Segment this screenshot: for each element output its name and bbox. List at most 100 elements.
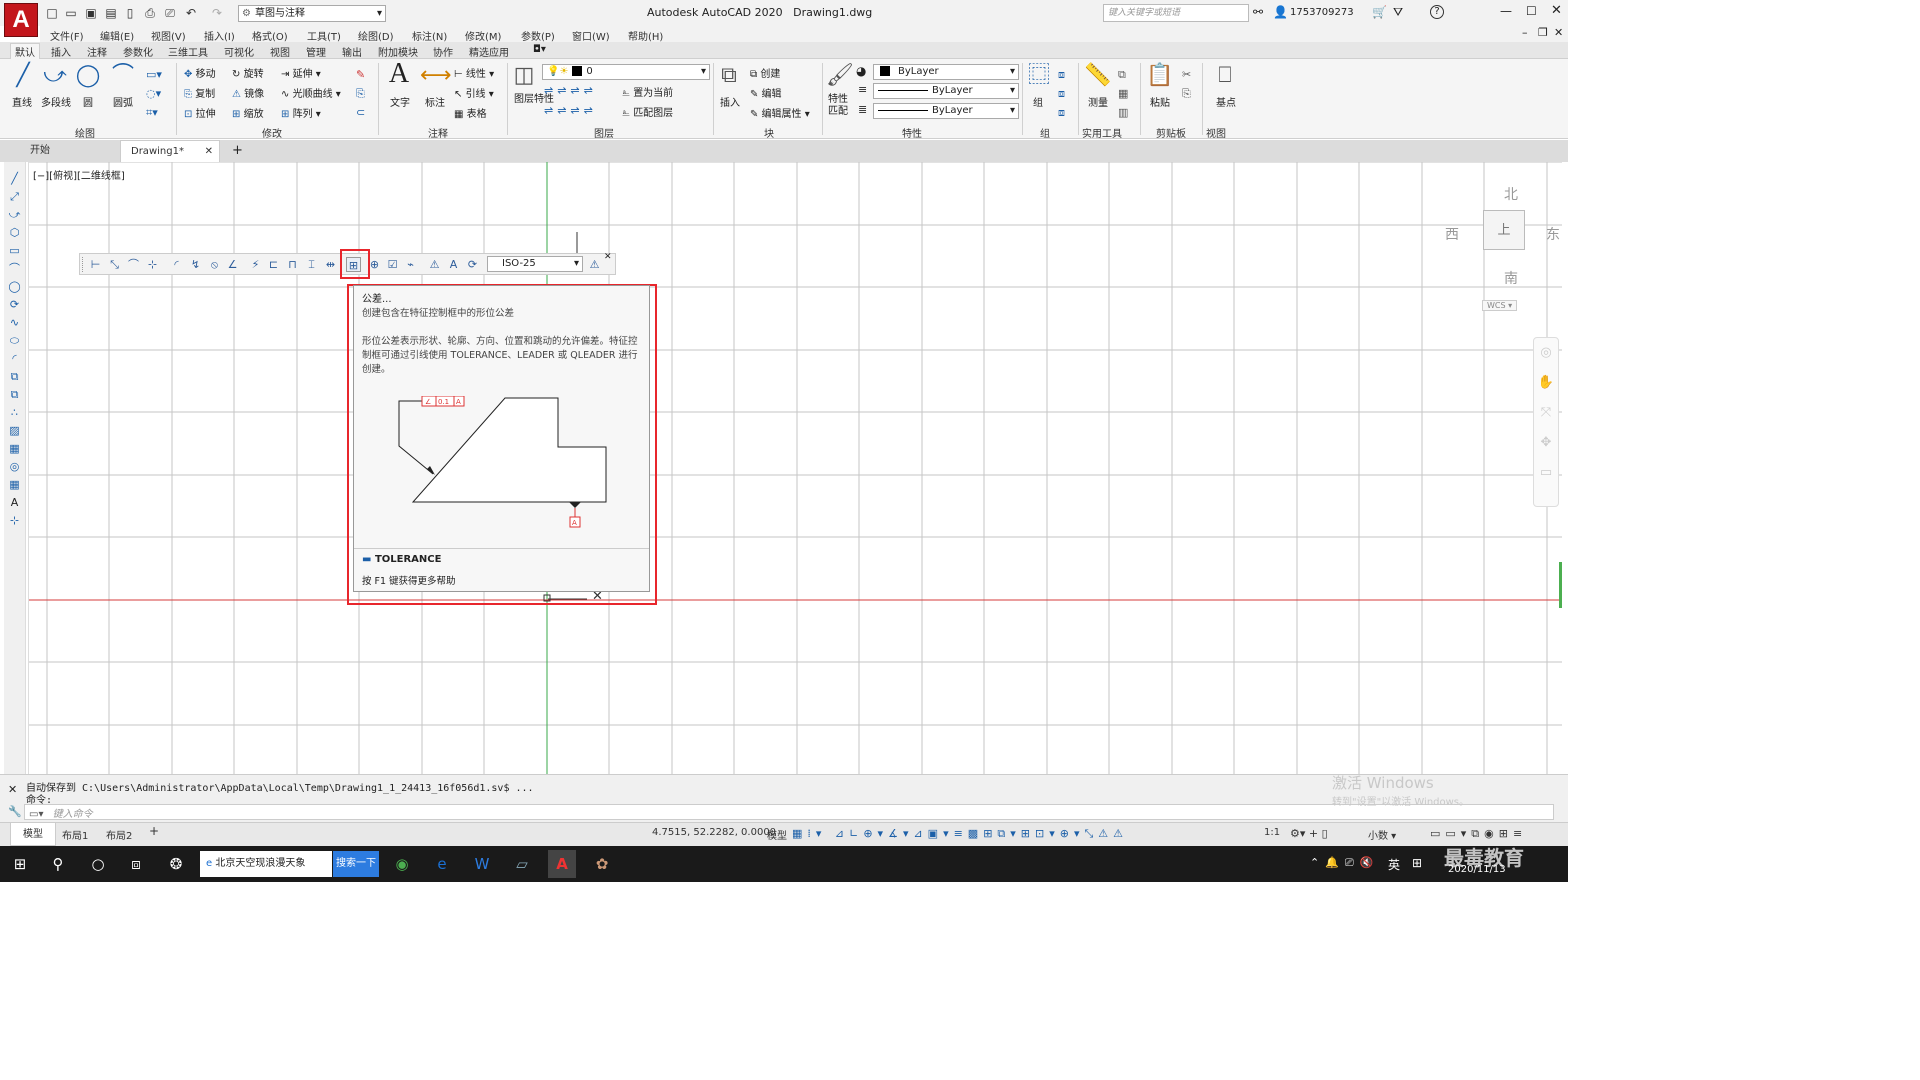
tab-parametric[interactable]: 参数化	[123, 44, 153, 59]
tab-view[interactable]: 视图	[270, 44, 290, 59]
toolbar-close-icon[interactable]: ✕	[604, 252, 612, 262]
status-toggle-icons[interactable]: ▦⁞▾ ⊿∟⊕▾∡▾⊿▣▾≡▩⊞⧉▾⊞⊡▾⊕▾⤡⚠⚠	[792, 827, 1128, 841]
paste-icon[interactable]: 📋	[1146, 63, 1173, 89]
toolbar-grip[interactable]	[82, 257, 84, 272]
modify-extra-icons[interactable]: ✎ ⎘ ⊂	[356, 65, 365, 122]
tool-copy[interactable]: ⎘ 复制	[184, 85, 215, 100]
tool-leader[interactable]: ↖ 引线 ▾	[454, 85, 494, 100]
dim-update-icon[interactable]: ⟳	[465, 257, 480, 272]
workspace-dropdown[interactable]: ⚙ 草图与注释 ▾	[238, 5, 386, 22]
tool-table[interactable]: ▦ 表格	[454, 105, 487, 120]
tab-visualize[interactable]: 可视化	[224, 44, 254, 59]
tool-extend[interactable]: ⇥ 延伸 ▾	[281, 65, 321, 80]
save-icon[interactable]: ▣	[83, 5, 99, 21]
linetype-dropdown[interactable]: ByLayer ▾	[873, 83, 1019, 99]
tool-base-view[interactable]: 基点	[1216, 94, 1236, 109]
dimension-icon[interactable]: ⟷	[420, 63, 452, 89]
doc-close-icon[interactable]: ✕	[1554, 26, 1563, 39]
layer-tool-icons-2[interactable]: ⇌⇌⇌⇌	[544, 104, 597, 117]
lineweight-dropdown[interactable]: ByLayer ▾	[873, 103, 1019, 119]
wcs-menu[interactable]: WCS ▾	[1482, 300, 1518, 311]
close-icon[interactable]: ✕	[1551, 3, 1562, 18]
tool-linear[interactable]: ⊢ 线性 ▾	[454, 65, 494, 80]
tab-annotate[interactable]: 注释	[87, 44, 107, 59]
panel-layers-label[interactable]: 图层	[594, 125, 614, 140]
tray-icons[interactable]: ⌃🔔⎚🔇	[1310, 856, 1379, 870]
viewcube-top[interactable]: 上	[1483, 210, 1525, 250]
add-layout-icon[interactable]: +	[149, 824, 159, 838]
panel-clipboard-label[interactable]: 剪贴板	[1156, 125, 1186, 140]
tool-insert-block[interactable]: 插入	[720, 94, 740, 109]
undo-icon[interactable]: ↶	[183, 5, 199, 21]
doc-minimize-icon[interactable]: –	[1522, 26, 1528, 39]
model-space-toggle[interactable]: 模型	[767, 827, 787, 842]
ribbon-toggle-icon[interactable]: ◘▾	[533, 44, 546, 55]
tool-text[interactable]: 文字	[390, 94, 410, 109]
circle-icon[interactable]: ◯	[75, 63, 101, 89]
navigation-bar[interactable]: ◎ ✋ ⤧ ✥ ▭	[1533, 337, 1559, 507]
menu-insert[interactable]: 插入(I)	[204, 28, 235, 43]
connect-icon[interactable]: ⛛	[1393, 5, 1403, 20]
panel-block-label[interactable]: 块	[764, 125, 774, 140]
layer-tool-icons[interactable]: ⇌⇌⇌⇌	[544, 84, 597, 97]
line-icon[interactable]: ╱	[10, 63, 36, 89]
menu-help[interactable]: 帮助(H)	[628, 28, 663, 43]
panel-modify-label[interactable]: 修改	[262, 125, 282, 140]
menu-edit[interactable]: 编辑(E)	[100, 28, 134, 43]
panel-draw-label[interactable]: 绘图	[75, 125, 95, 140]
menu-modify[interactable]: 修改(M)	[465, 28, 501, 43]
measure-icon[interactable]: 📏	[1084, 63, 1111, 89]
command-close-icon[interactable]: ✕	[8, 783, 17, 796]
panel-view-label[interactable]: 视图	[1206, 125, 1226, 140]
ordinate-icon[interactable]: ⊹	[145, 257, 160, 272]
viewport-label[interactable]: [−][俯视][二维线框]	[33, 167, 125, 182]
tab-layout1[interactable]: 布局1	[62, 827, 88, 842]
vertical-draw-icons[interactable]: ╱ ⤢ ⤻ ⬡ ▭ ⌒ ◯ ⟳ ∿ ⬭ ◜ ⧉ ⧉ ∴ ▨ ▦ ◎ ▦ A ⊹	[4, 162, 25, 530]
tab-drawing1[interactable]: Drawing1* ✕	[120, 140, 220, 162]
color-dropdown[interactable]: ByLayer ▾	[873, 64, 1019, 80]
browser-search-box[interactable]: e 北京天空现浪漫天象	[200, 851, 332, 877]
tool-arc[interactable]: 圆弧	[113, 94, 133, 109]
arc-length-icon[interactable]: ⌒	[126, 257, 141, 272]
clipboard-small-icons[interactable]: ✂ ⎘	[1182, 65, 1191, 103]
match-properties-icon[interactable]: 🖌	[826, 63, 854, 89]
share-icon[interactable]: ⎙	[142, 5, 158, 21]
utility-small-icons[interactable]: ⧉ ▦ ▥	[1118, 65, 1128, 122]
menu-format[interactable]: 格式(O)	[252, 28, 288, 43]
menu-dimension[interactable]: 标注(N)	[412, 28, 447, 43]
doc-restore-icon[interactable]: ❐	[1538, 26, 1548, 39]
compass-west[interactable]: 西	[1445, 224, 1459, 244]
user-icon[interactable]: 👤	[1273, 5, 1288, 19]
binoculars-icon[interactable]: ⚯	[1253, 5, 1263, 19]
quick-dim-icon[interactable]: ⚡	[248, 257, 263, 272]
word-icon[interactable]: W	[468, 850, 496, 878]
tool-blend[interactable]: ∿ 光顺曲线 ▾	[281, 85, 341, 100]
menu-window[interactable]: 窗口(W)	[572, 28, 610, 43]
tool-stretch[interactable]: ⊡ 拉伸	[184, 105, 216, 120]
notepad-icon[interactable]: ▱	[508, 850, 536, 878]
scroll-indicator[interactable]	[1559, 562, 1562, 608]
jogged-linear-icon[interactable]: ⌁	[403, 257, 418, 272]
tool-dimension[interactable]: 标注	[425, 94, 445, 109]
command-input[interactable]: ▭▾ 键入命令	[24, 804, 1554, 820]
open-icon[interactable]: ▭	[63, 5, 79, 21]
tool-array[interactable]: ⊞ 阵列 ▾	[281, 105, 321, 120]
tool-edit-attributes[interactable]: ✎ 编辑属性 ▾	[750, 105, 810, 120]
layer-properties-icon[interactable]: ◫	[511, 63, 537, 89]
tool-line[interactable]: 直线	[12, 94, 32, 109]
tab-output[interactable]: 输出	[342, 44, 362, 59]
break-icon[interactable]: ⇹	[323, 257, 338, 272]
compass-east[interactable]: 东	[1546, 224, 1560, 244]
tool-paste[interactable]: 粘贴	[1150, 94, 1170, 109]
ime-icon[interactable]: ⊞	[1412, 856, 1422, 870]
wrench-icon[interactable]: 🔧	[8, 805, 22, 818]
group-icon[interactable]: ⿴	[1026, 63, 1052, 89]
menu-view[interactable]: 视图(V)	[151, 28, 186, 43]
tool-scale[interactable]: ⊞ 缩放	[232, 105, 264, 120]
user-account[interactable]: 1753709273	[1290, 7, 1354, 18]
layer-dropdown[interactable]: 💡☀ 0 ▾	[542, 64, 710, 80]
radius-icon[interactable]: ◜	[169, 257, 184, 272]
tool-mirror[interactable]: ⚠ 镜像	[232, 85, 264, 100]
tool-match-properties[interactable]: 特性匹配	[828, 94, 852, 118]
compass-north[interactable]: 北	[1504, 184, 1518, 204]
